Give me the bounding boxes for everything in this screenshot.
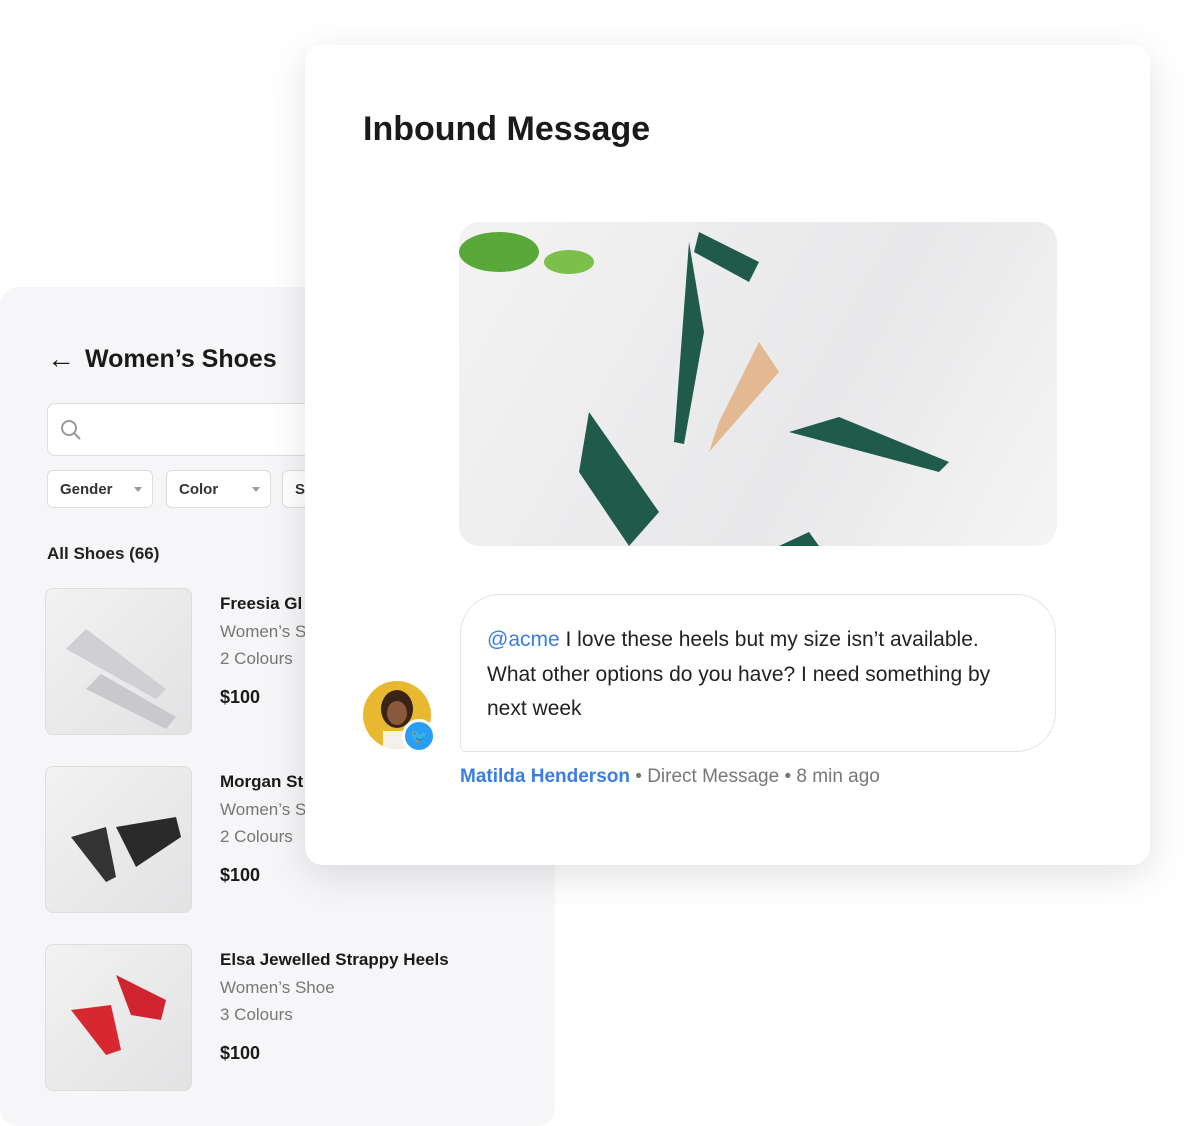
filter-label: S [295, 480, 306, 498]
message-meta: Matilda Henderson • Direct Message • 8 m… [460, 766, 880, 788]
product-image [459, 222, 1057, 546]
twitter-icon: 🐦 [402, 719, 436, 753]
separator: • [784, 766, 792, 787]
product-name[interactable]: Freesia Gl [220, 594, 302, 614]
product-name[interactable]: Elsa Jewelled Strappy Heels [220, 950, 449, 970]
product-thumbnail[interactable] [45, 766, 192, 913]
filter-label: Gender [60, 480, 113, 498]
product-thumbnail[interactable] [45, 588, 192, 735]
product-type: Women’s S [220, 622, 307, 641]
filter-gender[interactable]: Gender [47, 470, 153, 508]
catalog-header: ← Women’s Shoes [47, 343, 277, 375]
card-title: Inbound Message [363, 110, 651, 148]
product-price: $100 [220, 865, 261, 885]
chevron-down-icon [134, 487, 142, 496]
product-price: $100 [220, 687, 261, 707]
message-bubble: @acme I love these heels but my size isn… [460, 594, 1056, 752]
separator: • [635, 766, 642, 787]
filter-label: Color [179, 480, 219, 498]
product-colours: 3 Colours [220, 1005, 293, 1024]
product-name[interactable]: Morgan St [220, 772, 303, 792]
chevron-down-icon [252, 487, 260, 496]
timestamp: 8 min ago [796, 766, 880, 787]
product-thumbnail[interactable] [45, 944, 192, 1091]
filter-color[interactable]: Color [166, 470, 271, 508]
back-arrow-icon[interactable]: ← [47, 343, 75, 375]
product-type: Women’s Shoe [220, 978, 335, 997]
mention-link[interactable]: @acme [487, 628, 560, 651]
product-price: $100 [220, 1043, 261, 1063]
product-count: All Shoes (66) [47, 544, 160, 563]
author-name[interactable]: Matilda Henderson [460, 766, 630, 787]
product-type: Women’s S [220, 800, 307, 819]
catalog-title: Women’s Shoes [85, 344, 277, 373]
product-colours: 2 Colours [220, 649, 293, 668]
search-icon [61, 420, 81, 440]
product-colours: 2 Colours [220, 827, 293, 846]
message-text: I love these heels but my size isn’t ava… [487, 628, 991, 720]
channel: Direct Message [647, 766, 780, 787]
